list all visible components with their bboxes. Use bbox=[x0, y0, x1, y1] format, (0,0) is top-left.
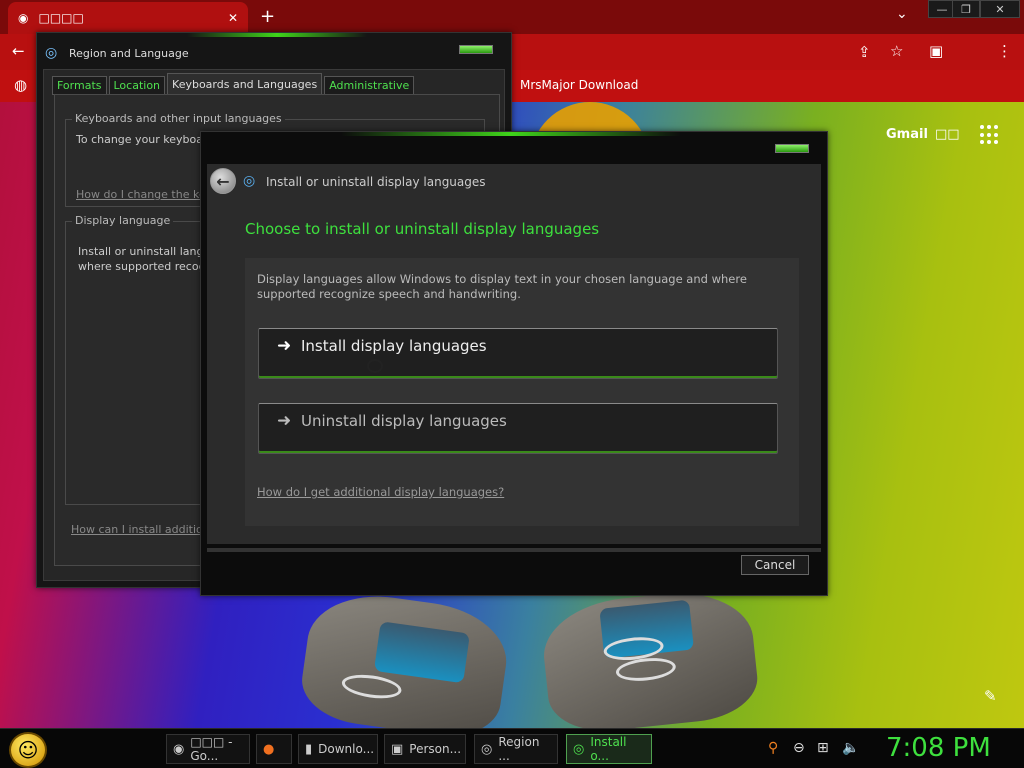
network-icon[interactable]: ⊞ bbox=[817, 740, 829, 756]
region-globe-icon: ◎ bbox=[45, 45, 58, 61]
close-button[interactable]: ✕ bbox=[980, 0, 1020, 18]
display-language-text-1: Install or uninstall lang bbox=[78, 245, 204, 258]
firefox-icon: ● bbox=[263, 741, 275, 757]
images-link[interactable]: □□ bbox=[935, 127, 960, 142]
wallpaper-shoe-left bbox=[296, 586, 514, 744]
browser-tab[interactable]: ◉ □□□□ ✕ bbox=[8, 2, 248, 34]
tab-formats[interactable]: Formats bbox=[52, 76, 107, 95]
gmail-link[interactable]: Gmail bbox=[886, 127, 928, 142]
search-icon[interactable]: ⚲ bbox=[768, 740, 778, 756]
display-language-text-2: where supported recog bbox=[78, 260, 206, 273]
keyboards-legend: Keyboards and other input languages bbox=[72, 112, 285, 125]
window-title: Region and Language bbox=[69, 47, 189, 60]
tab-administrative[interactable]: Administrative bbox=[324, 76, 415, 95]
tab-title: □□□□ bbox=[38, 11, 84, 25]
tab-keyboards-languages[interactable]: Keyboards and Languages bbox=[167, 73, 323, 95]
display-language-legend: Display language bbox=[72, 214, 174, 227]
additional-languages-link[interactable]: How do I get additional display language… bbox=[257, 485, 504, 499]
install-display-languages-button[interactable]: ➜ Install display languages bbox=[258, 328, 778, 379]
google-apps-icon[interactable] bbox=[980, 125, 1000, 145]
dialog-content: Display languages allow Windows to displ… bbox=[245, 258, 799, 526]
region-tabs: Formats Location Keyboards and Languages… bbox=[52, 73, 415, 95]
personalize-icon: ▣ bbox=[391, 741, 404, 757]
back-arrow-icon[interactable]: ← bbox=[12, 42, 25, 60]
busy-cursor-icon bbox=[367, 359, 383, 373]
restore-button[interactable]: ❐ bbox=[952, 0, 980, 18]
side-panel-icon[interactable]: ▣ bbox=[929, 42, 943, 60]
keyboards-text: To change your keyboa bbox=[76, 133, 203, 146]
minus-circle-icon[interactable]: ⊖ bbox=[793, 740, 805, 756]
tab-location[interactable]: Location bbox=[108, 76, 166, 95]
chrome-icon: ◉ bbox=[173, 741, 185, 757]
customize-pencil-icon[interactable]: ✎ bbox=[984, 687, 997, 705]
taskbar-item-chrome[interactable]: ◉ □□□ - Go... bbox=[166, 734, 250, 764]
tab-close-icon[interactable]: ✕ bbox=[228, 11, 238, 25]
volume-icon[interactable]: 🔈 bbox=[842, 740, 859, 756]
dialog-heading: Choose to install or uninstall display l… bbox=[245, 220, 600, 238]
arrow-right-icon: ➜ bbox=[277, 336, 292, 356]
downloads-icon: ▮ bbox=[305, 741, 313, 757]
start-button[interactable]: ☺ bbox=[9, 732, 47, 768]
taskbar-item-firefox[interactable]: ● bbox=[256, 734, 292, 764]
uninstall-label: Uninstall display languages bbox=[301, 412, 507, 430]
clock[interactable]: 7:08 PM bbox=[886, 733, 991, 763]
chrome-icon: ◉ bbox=[18, 11, 29, 25]
new-tab-button[interactable]: + bbox=[260, 6, 275, 27]
bookmark-star-icon[interactable]: ☆ bbox=[890, 42, 903, 60]
install-icon: ◎ bbox=[573, 741, 585, 757]
uninstall-display-languages-button[interactable]: ➜ Uninstall display languages bbox=[258, 403, 778, 454]
taskbar-item-downloads[interactable]: ▮ Downlo... bbox=[298, 734, 378, 764]
dialog-description: Display languages allow Windows to displ… bbox=[257, 272, 747, 301]
wallpaper-shoe-right bbox=[538, 585, 762, 737]
install-languages-dialog: ← ◎ Install or uninstall display languag… bbox=[200, 131, 828, 596]
dialog-title: Install or uninstall display languages bbox=[266, 175, 486, 189]
install-label: Install display languages bbox=[301, 337, 487, 355]
taskbar-item-personalize[interactable]: ▣ Person... bbox=[384, 734, 466, 764]
browser-titlebar: ◉ □□□□ ✕ + ⌄ — ❐ ✕ bbox=[0, 0, 1024, 34]
taskbar: ☺ ◉ □□□ - Go... ● ▮ Downlo... ▣ Person... ◎… bbox=[0, 728, 1024, 768]
taskbar-item-region[interactable]: ◎ Region ... bbox=[474, 734, 558, 764]
region-icon: ◎ bbox=[481, 741, 493, 757]
back-button[interactable]: ← bbox=[210, 168, 236, 194]
taskbar-item-install[interactable]: ◎ Install o... bbox=[566, 734, 652, 764]
menu-kebab-icon[interactable]: ⋮ bbox=[997, 42, 1012, 60]
change-keyboard-link[interactable]: How do I change the ke bbox=[76, 188, 206, 201]
globe-icon: ◍ bbox=[14, 76, 28, 94]
install-additional-link[interactable]: How can I install addition bbox=[71, 523, 210, 536]
tab-search-icon[interactable]: ⌄ bbox=[896, 6, 908, 22]
share-icon[interactable]: ⇪ bbox=[858, 43, 871, 61]
arrow-right-icon: ➜ bbox=[277, 411, 292, 431]
language-globe-icon: ◎ bbox=[243, 173, 256, 189]
cancel-button[interactable]: Cancel bbox=[741, 555, 809, 575]
bookmark-mrsmajor[interactable]: MrsMajor Download bbox=[520, 78, 638, 92]
